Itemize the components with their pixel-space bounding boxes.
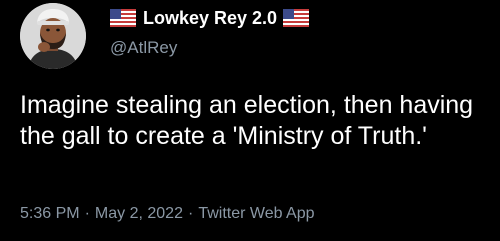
display-name[interactable]: Lowkey Rey 2.0 <box>143 8 277 29</box>
meta-separator: · <box>84 205 90 222</box>
avatar[interactable] <box>20 3 86 69</box>
bitmoji-avatar-icon <box>20 3 86 69</box>
us-flag-icon <box>110 9 136 27</box>
tweet-source[interactable]: Twitter Web App <box>198 205 314 223</box>
user-handle[interactable]: @AtlRey <box>110 38 177 58</box>
author-name-row: Lowkey Rey 2.0 <box>110 6 310 30</box>
tweet-meta: 5:36 PM · May 2, 2022 · Twitter Web App <box>20 205 315 223</box>
tweet-date[interactable]: May 2, 2022 <box>95 205 183 223</box>
tweet-time[interactable]: 5:36 PM <box>20 205 80 223</box>
us-flag-icon <box>283 9 310 27</box>
tweet-card: Lowkey Rey 2.0 @AtlRey Imagine stealing … <box>0 0 500 241</box>
tweet-text: Imagine stealing an election, then havin… <box>20 91 474 150</box>
meta-separator: · <box>187 205 194 222</box>
